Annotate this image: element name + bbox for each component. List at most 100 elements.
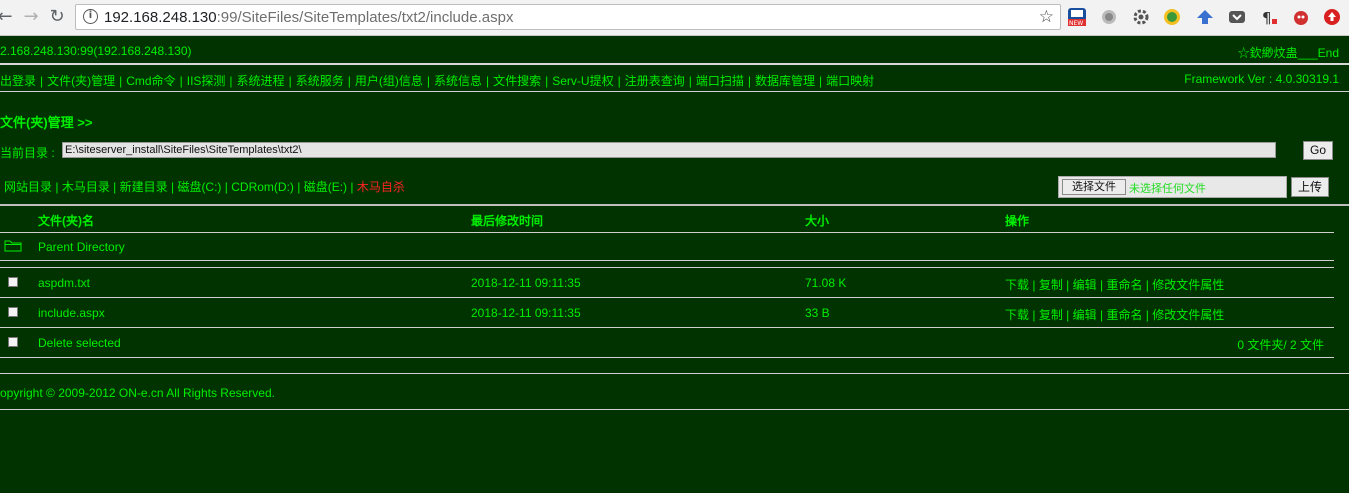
self-destruct-link[interactable]: 木马自杀	[357, 180, 405, 194]
menu-system-info[interactable]: 系统信息	[434, 74, 482, 88]
link-trojan-dir[interactable]: 木马目录	[62, 180, 110, 194]
file-size: 71.08 K	[805, 276, 847, 290]
globe-extension-icon[interactable]	[1100, 8, 1118, 26]
current-dir-label: 当前目录 :	[0, 146, 55, 160]
framework-version: Framework Ver : 4.0.30319.1	[1184, 72, 1339, 86]
copy-link[interactable]: 复制	[1039, 308, 1063, 322]
menu-cmd[interactable]: Cmd命令	[126, 74, 175, 88]
select-all-checkbox[interactable]	[8, 337, 18, 347]
row-checkbox[interactable]	[8, 307, 18, 317]
column-header-modified: 最后修改时间	[471, 214, 544, 228]
file-upload-field[interactable]: 选择文件 未选择任何文件	[1058, 176, 1287, 198]
back-button[interactable]: ←	[0, 6, 16, 28]
current-dir-input[interactable]: E:\siteserver_install\SiteFiles\SiteTemp…	[62, 142, 1276, 158]
download-link[interactable]: 下载	[1005, 308, 1029, 322]
gear-extension-icon[interactable]	[1132, 8, 1150, 26]
file-modified: 2018-12-11 09:11:35	[471, 306, 581, 320]
no-file-chosen-text: 未选择任何文件	[1129, 183, 1206, 195]
info-icon[interactable]: i	[83, 9, 98, 24]
file-size: 33 B	[805, 306, 830, 320]
go-button[interactable]: Go	[1303, 141, 1333, 160]
delete-selected-link[interactable]: Delete selected	[38, 336, 121, 350]
reload-icon: ↻	[49, 6, 65, 27]
forward-button[interactable]: →	[20, 6, 42, 28]
divider	[0, 63, 1349, 65]
menu-database[interactable]: 数据库管理	[755, 74, 815, 88]
rename-link[interactable]: 重命名	[1106, 278, 1142, 292]
divider	[0, 204, 1349, 206]
link-drive-d[interactable]: CDRom(D:)	[231, 180, 294, 194]
column-header-name: 文件(夹)名	[38, 214, 94, 228]
menu-servu[interactable]: Serv-U提权	[552, 74, 613, 88]
file-summary: 0 文件夹/ 2 文件	[1237, 338, 1324, 352]
paragraph-extension-icon[interactable]: ¶	[1260, 8, 1278, 27]
pocket-extension-icon[interactable]	[1228, 8, 1246, 26]
link-new-dir[interactable]: 新建目录	[120, 180, 168, 194]
divider	[0, 297, 1334, 298]
news-extension-icon[interactable]: NEW	[1068, 8, 1086, 27]
menu-file-manager[interactable]: 文件(夹)管理	[47, 74, 115, 88]
row-checkbox[interactable]	[8, 277, 18, 287]
svg-text:¶: ¶	[1262, 9, 1272, 26]
download-extension-icon[interactable]	[1323, 8, 1341, 26]
column-header-actions: 操作	[1005, 214, 1030, 228]
host-info: 2.168.248.130:99(192.168.248.130)	[0, 44, 192, 58]
menu-users[interactable]: 用户(组)信息	[355, 74, 423, 88]
column-header-size: 大小	[805, 214, 830, 228]
file-actions: 下载 | 复制 | 编辑 | 重命名 | 修改文件属性	[1005, 308, 1225, 322]
address-bar[interactable]: i 192.168.248.130:99/SiteFiles/SiteTempl…	[75, 4, 1061, 30]
edit-link[interactable]: 编辑	[1073, 278, 1097, 292]
copy-link[interactable]: 复制	[1039, 278, 1063, 292]
menu-processes[interactable]: 系统进程	[237, 74, 285, 88]
menu-port-scan[interactable]: 端口扫描	[696, 74, 744, 88]
edit-link[interactable]: 编辑	[1073, 308, 1097, 322]
reload-button[interactable]: ↻	[46, 6, 68, 28]
webshell-page: 2.168.248.130:99(192.168.248.130) ☆欽緲炆蛊_…	[0, 36, 1349, 493]
divider	[0, 232, 1334, 233]
rename-link[interactable]: 重命名	[1106, 308, 1142, 322]
upload-button[interactable]: 上传	[1291, 177, 1329, 197]
arrow-extension-icon[interactable]	[1196, 8, 1214, 26]
menu-file-search[interactable]: 文件搜索	[493, 74, 541, 88]
svg-text:NEW: NEW	[1069, 20, 1083, 26]
divider	[0, 409, 1349, 410]
attributes-link[interactable]: 修改文件属性	[1152, 278, 1224, 292]
copyright: opyright © 2009-2012 ON-e.cn All Rights …	[0, 386, 275, 400]
forward-arrow-icon: →	[23, 6, 39, 27]
browser-toolbar: ← → ↻ i 192.168.248.130:99/SiteFiles/Sit…	[0, 0, 1349, 36]
bookmark-star-icon[interactable]: ☆	[1039, 7, 1054, 27]
file-modified: 2018-12-11 09:11:35	[471, 276, 581, 290]
divider	[0, 373, 1349, 374]
url-host: 192.168.248.130	[104, 9, 217, 26]
sync-extension-icon[interactable]	[1163, 8, 1181, 26]
download-link[interactable]: 下载	[1005, 278, 1029, 292]
menu-iis-probe[interactable]: IIS探测	[187, 74, 226, 88]
choose-file-button[interactable]: 选择文件	[1062, 179, 1126, 195]
divider	[0, 267, 1334, 268]
menu-port-map[interactable]: 端口映射	[826, 74, 874, 88]
main-menu: 出登录 | 文件(夹)管理 | Cmd命令 | IIS探测 | 系统进程 | 系统服务 | 用户(组)信…	[0, 74, 875, 88]
menu-registry[interactable]: 注册表查询	[625, 74, 685, 88]
user-info: ☆欽緲炆蛊___End	[1237, 46, 1339, 60]
menu-services[interactable]: 系统服务	[296, 74, 344, 88]
menu-logout[interactable]: 出登录	[0, 74, 36, 88]
quick-links: 网站目录 | 木马目录 | 新建目录 | 磁盘(C:) | CDRom(D:) …	[4, 180, 405, 194]
folder-icon	[4, 239, 22, 252]
back-arrow-icon: ←	[0, 6, 13, 27]
file-actions: 下载 | 复制 | 编辑 | 重命名 | 修改文件属性	[1005, 278, 1225, 292]
file-name-link[interactable]: include.aspx	[38, 306, 105, 320]
section-title: 文件(夹)管理 >>	[0, 115, 93, 130]
divider	[0, 260, 1334, 261]
link-drive-e[interactable]: 磁盘(E:)	[304, 180, 347, 194]
divider	[0, 357, 1334, 358]
devil-extension-icon[interactable]	[1292, 8, 1310, 26]
link-drive-c[interactable]: 磁盘(C:)	[177, 180, 221, 194]
attributes-link[interactable]: 修改文件属性	[1152, 308, 1224, 322]
link-site-dir[interactable]: 网站目录	[4, 180, 52, 194]
url-path: :99/SiteFiles/SiteTemplates/txt2/include…	[216, 9, 514, 26]
file-name-link[interactable]: aspdm.txt	[38, 276, 90, 290]
divider	[0, 91, 1349, 92]
url-text[interactable]: 192.168.248.130:99/SiteFiles/SiteTemplat…	[104, 9, 513, 26]
parent-directory-link[interactable]: Parent Directory	[38, 240, 125, 254]
divider	[0, 327, 1334, 328]
